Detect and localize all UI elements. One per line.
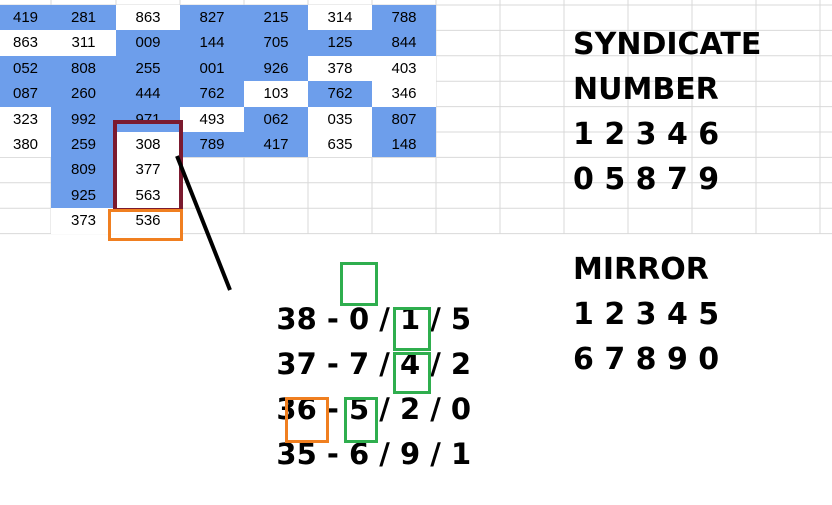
calc-1-green-box bbox=[340, 262, 378, 306]
calc-4-tail: / 1 bbox=[420, 437, 472, 471]
syndicate-title-line-1: SYNDICATE bbox=[573, 27, 762, 62]
syndicate-digits-row-2: 0 5 8 7 9 bbox=[573, 162, 720, 197]
mirror-title: MIRROR bbox=[573, 252, 709, 287]
syndicate-digits-row-1: 1 2 3 4 6 bbox=[573, 117, 720, 152]
calc-4-green-box bbox=[344, 397, 378, 443]
calc-4-orange-box bbox=[285, 397, 329, 443]
calc-3-green-box bbox=[393, 352, 431, 394]
calc-4-digit-b: 9 bbox=[399, 437, 421, 471]
mirror-digits-row-1: 1 2 3 4 5 bbox=[573, 297, 720, 332]
syndicate-title-line-2: NUMBER bbox=[573, 72, 719, 107]
mirror-digits-row-2: 6 7 8 9 0 bbox=[573, 342, 720, 377]
calc-2-green-box bbox=[393, 307, 431, 351]
